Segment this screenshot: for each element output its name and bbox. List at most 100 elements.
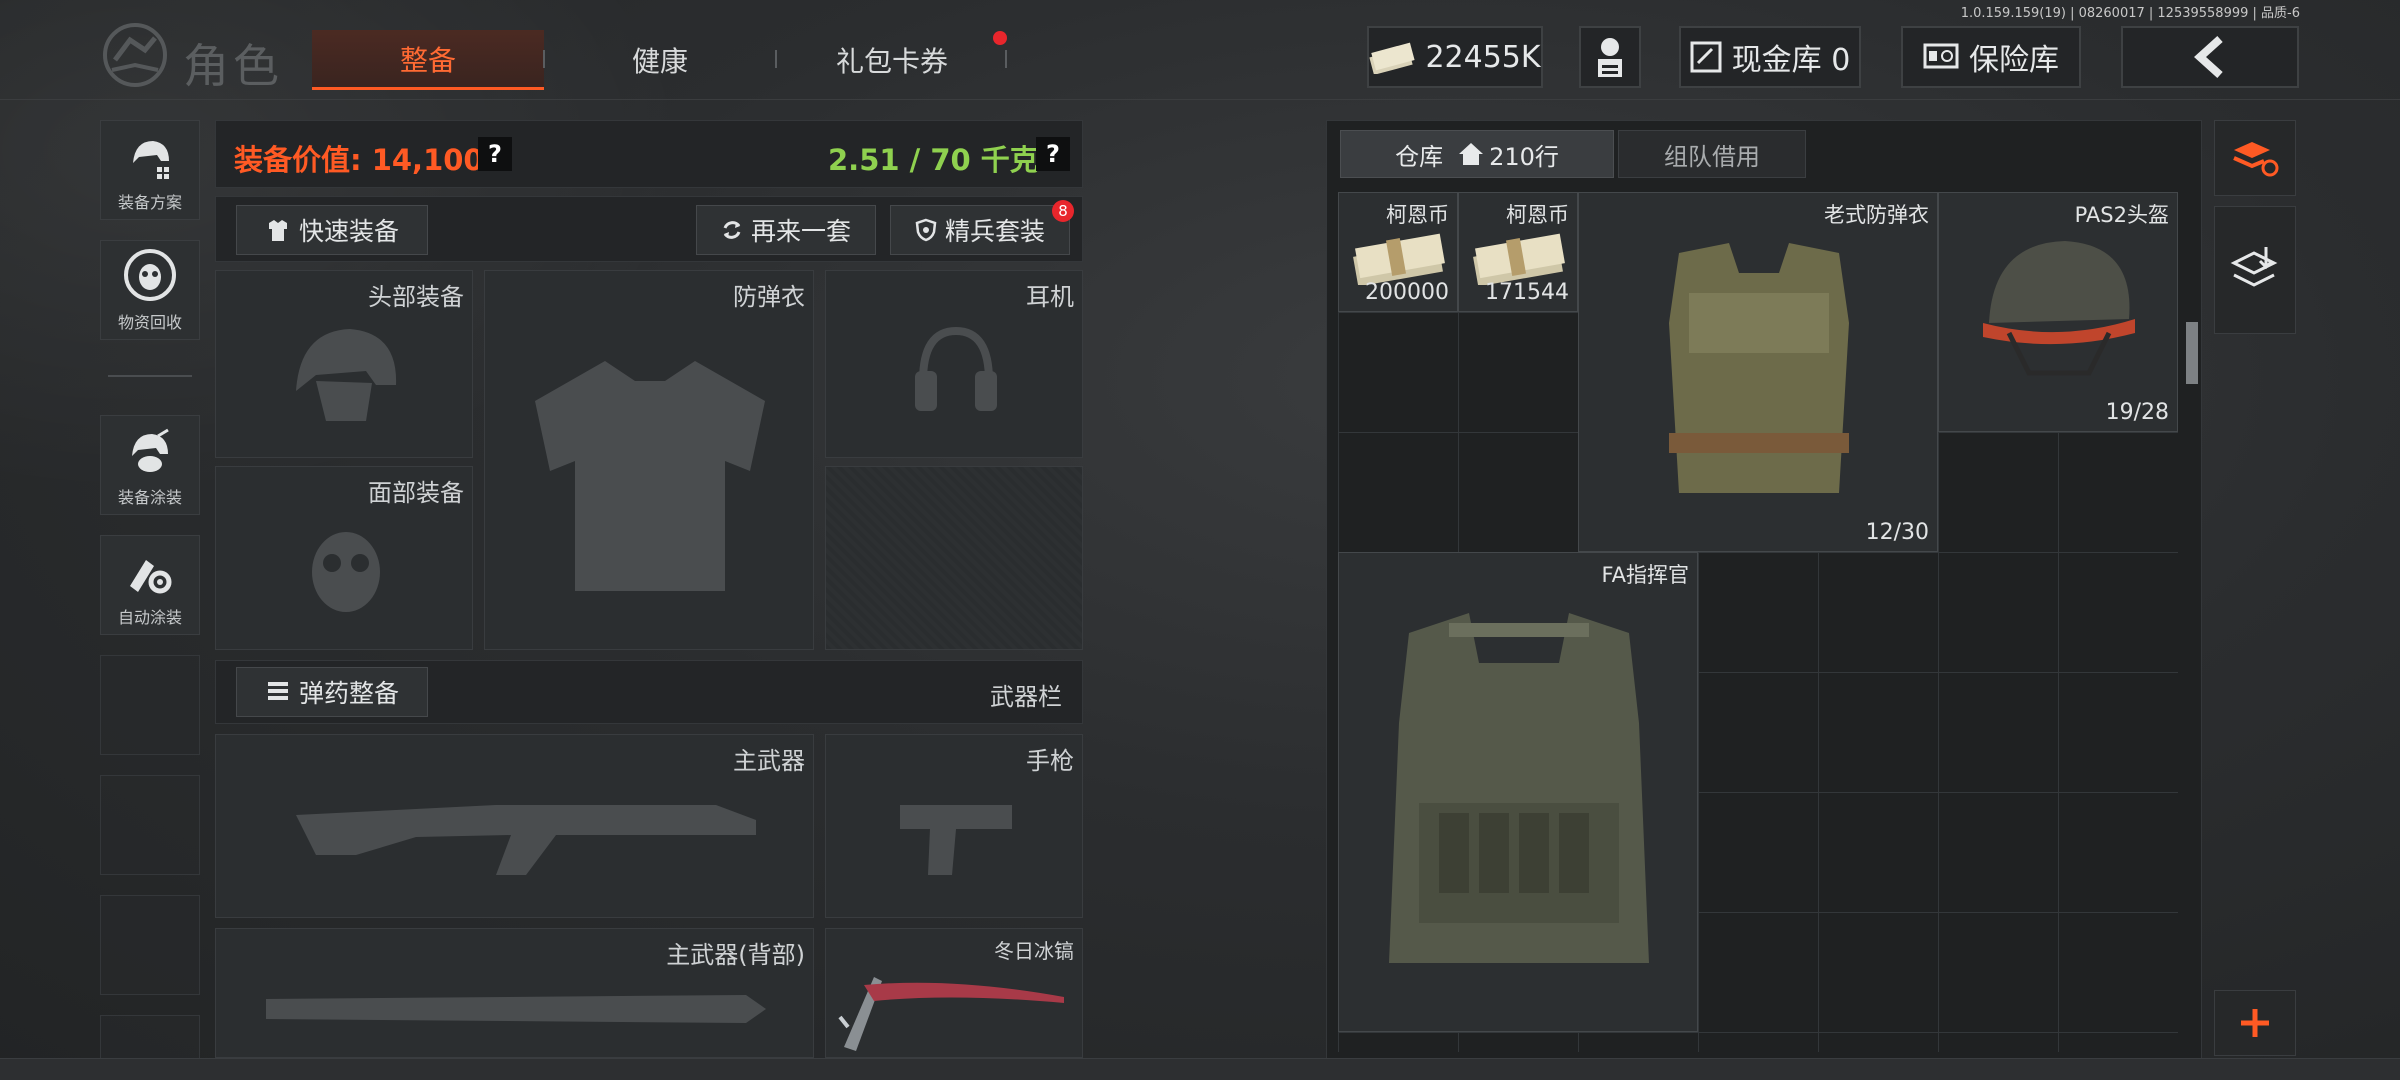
insurance-vault-label: 保险库 [1969,43,2059,78]
pistol-slot[interactable]: 手枪 [825,734,1083,918]
helmet-icon [1983,241,2135,376]
headset-silhouette-icon [915,326,997,411]
safe-icon [1690,41,1722,73]
sidebar-label: 装备涂装 [117,488,182,507]
sidebar-label: 物资回收 [117,313,182,332]
storage-tab-label: 仓库 [1395,142,1444,171]
back-arrow-icon [2194,36,2223,78]
melee-slot[interactable]: 冬日冰镐 [825,928,1083,1058]
tab-label: 健康 [631,45,688,78]
sidebar-item-loadouts[interactable]: 装备方案 [100,120,200,220]
sidebar-empty-slot [100,775,200,875]
bottom-strip [0,1058,2400,1080]
notification-dot [993,31,1007,45]
item-count: 200000 [1365,280,1449,305]
layers-download-icon [2230,247,2278,287]
item-count: 171544 [1485,280,1569,305]
sidebar-item-recycle[interactable]: 物资回收 [100,240,200,340]
operator-icon [1598,38,1622,77]
weight-display: 2.51 / 70 千克 [828,143,1039,177]
primary-weapon-slot[interactable]: 主武器 [215,734,814,918]
armor-slot[interactable]: 防弹衣 [484,270,814,650]
layer-import-button[interactable] [2214,206,2296,334]
sort-button[interactable] [2214,120,2296,196]
item-name: FA指挥官 [1601,563,1689,587]
tab-label: 整备 [399,43,456,77]
item-pas2-helmet[interactable]: PAS2头盔 19/28 [1938,192,2178,432]
sidebar-empty-slot [100,655,200,755]
back-weapon-label: 主武器(背部) [666,941,805,969]
tab-equip[interactable]: 整备 [312,30,544,90]
weight-help-button[interactable]: ? [1036,137,1070,171]
head-slot[interactable]: 头部装备 [215,270,473,458]
elite-set-button[interactable]: 精兵套装 [890,205,1070,255]
item-fa-commander[interactable]: FA指挥官 [1338,552,1698,1032]
cash-vault-label: 现金库 0 [1731,43,1851,78]
refresh-icon [723,221,741,239]
item-coin-2[interactable]: 柯恩币 171544 [1458,192,1578,312]
ammo-prep-label: 弹药整备 [298,679,399,708]
agent-button[interactable] [1579,26,1641,88]
item-name: 老式防弹衣 [1824,203,1929,227]
headset-slot-label: 耳机 [1026,283,1074,311]
tab-gift-coupons[interactable]: 礼包卡券 [777,30,1007,90]
rifle-silhouette-icon [296,805,756,875]
vest-silhouette-icon [535,361,765,591]
weapon-bar-label: 武器栏 [990,683,1062,711]
insurance-vault-button[interactable]: 保险库 [1901,26,2081,88]
logo-icon [103,23,167,87]
ice-pick-icon [838,977,1064,1051]
headset-slot[interactable]: 耳机 [825,270,1083,458]
back-weapon-slot[interactable]: 主武器(背部) [215,928,814,1058]
ammo-icon [267,682,288,700]
helmet-silhouette-icon [296,329,397,421]
elite-set-badge: 8 [1052,200,1074,222]
home-icon [1459,143,1484,165]
face-slot-label: 面部装备 [368,479,464,507]
vault-icon [1923,43,1959,69]
tab-health[interactable]: 健康 [545,30,775,90]
item-coin-1[interactable]: 柯恩币 200000 [1338,192,1458,312]
add-button[interactable] [2214,990,2296,1056]
armor-slot-label: 防弹衣 [733,283,805,311]
quick-equip-button[interactable]: 快速装备 [236,205,428,255]
cash-stack-icon [1353,233,1445,285]
storage-rows: 210行 [1489,142,1559,171]
item-old-armor[interactable]: 老式防弹衣 12/30 [1578,192,1938,552]
plus-icon [2241,1009,2269,1037]
warehouse-scrollbar[interactable] [2186,322,2198,384]
tab-team-borrow[interactable]: 组队借用 [1618,130,1806,178]
sidebar-item-skins[interactable]: 装备涂装 [100,415,200,515]
tab-storage[interactable]: 仓库 210行 [1340,130,1614,178]
cash-vault-button[interactable]: 现金库 0 [1679,26,1861,88]
empty-gear-slot [825,466,1083,650]
currency-amount: 22455K [1425,39,1541,75]
item-name: 柯恩币 [1386,203,1449,227]
equip-again-label: 再来一套 [750,217,851,246]
item-count: 19/28 [2105,400,2169,425]
equip-again-button[interactable]: 再来一套 [696,205,876,255]
sidebar-divider [108,375,192,377]
shirt-icon [268,220,287,241]
cash-stack-icon [1473,233,1565,285]
helmet-grid-icon [133,141,169,179]
currency-display[interactable]: 22455K [1367,26,1543,88]
back-button[interactable] [2121,26,2299,88]
elite-set-label: 精兵套装 [944,217,1045,246]
tab-label: 礼包卡券 [835,45,948,78]
team-borrow-label: 组队借用 [1664,142,1760,171]
quick-equip-label: 快速装备 [298,217,399,246]
recycle-mask-icon [124,249,176,301]
item-name: 柯恩币 [1506,203,1569,227]
brush-gear-icon [130,560,172,594]
mask-silhouette-icon [312,532,380,612]
sidebar-item-auto-paint[interactable]: 自动涂装 [100,535,200,635]
sidebar-empty-slot [100,895,200,995]
value-help-button[interactable]: ? [478,137,512,171]
shield-icon [915,218,937,242]
pistol-slot-label: 手枪 [1026,747,1074,775]
face-slot[interactable]: 面部装备 [215,466,473,650]
sidebar-label: 装备方案 [117,193,182,212]
tactical-vest-icon [1389,613,1649,963]
ammo-prep-button[interactable]: 弹药整备 [236,667,428,717]
